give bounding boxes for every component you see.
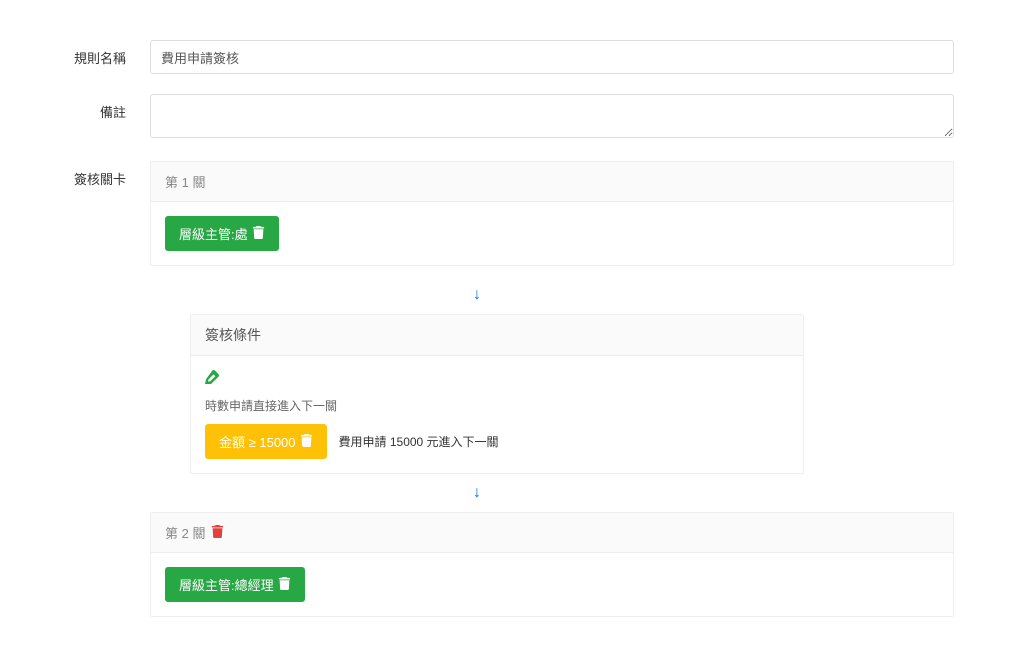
condition-header: 簽核條件	[191, 315, 803, 356]
level-2-card: 第 2 關 層級主管:總經理	[150, 512, 954, 617]
rule-name-input[interactable]	[150, 40, 954, 74]
level-1-header: 第 1 關	[151, 162, 953, 202]
condition-description: 費用申請 15000 元進入下一關	[339, 433, 499, 450]
arrow-down-icon: ↓	[0, 484, 954, 502]
trash-icon	[300, 434, 313, 450]
level-2-approver-button[interactable]: 層級主管:總經理	[165, 567, 305, 602]
row-rule-name: 規則名稱	[0, 40, 954, 74]
condition-title: 簽核條件	[205, 325, 261, 345]
trash-icon	[252, 226, 265, 242]
trash-icon	[278, 577, 291, 593]
remark-textarea[interactable]	[150, 94, 954, 138]
level-1-title: 第 1 關	[165, 172, 205, 191]
row-approval-levels: 簽核關卡 第 1 關 層級主管:處	[0, 161, 954, 266]
condition-amount-label: 金額 ≥ 15000	[219, 432, 296, 451]
arrow-down-icon: ↓	[0, 286, 954, 304]
label-approval-levels: 簽核關卡	[0, 161, 150, 188]
level-1-card: 第 1 關 層級主管:處	[150, 161, 954, 266]
condition-note: 時數申請直接進入下一關	[205, 397, 789, 414]
level-1-approver-button[interactable]: 層級主管:處	[165, 216, 279, 251]
row-remark: 備註	[0, 94, 954, 141]
level-2-header: 第 2 關	[151, 513, 953, 553]
level-1-approver-label: 層級主管:處	[179, 224, 248, 243]
trash-icon[interactable]	[211, 525, 224, 541]
level-2-title: 第 2 關	[165, 523, 205, 542]
pencil-icon[interactable]	[205, 370, 219, 387]
level-2-approver-label: 層級主管:總經理	[179, 575, 274, 594]
condition-card: 簽核條件 時數申請直接進入下一關 金額 ≥ 15000 費用申請 15000 元…	[190, 314, 804, 474]
condition-amount-button[interactable]: 金額 ≥ 15000	[205, 424, 327, 459]
label-rule-name: 規則名稱	[0, 40, 150, 67]
label-remark: 備註	[0, 94, 150, 121]
